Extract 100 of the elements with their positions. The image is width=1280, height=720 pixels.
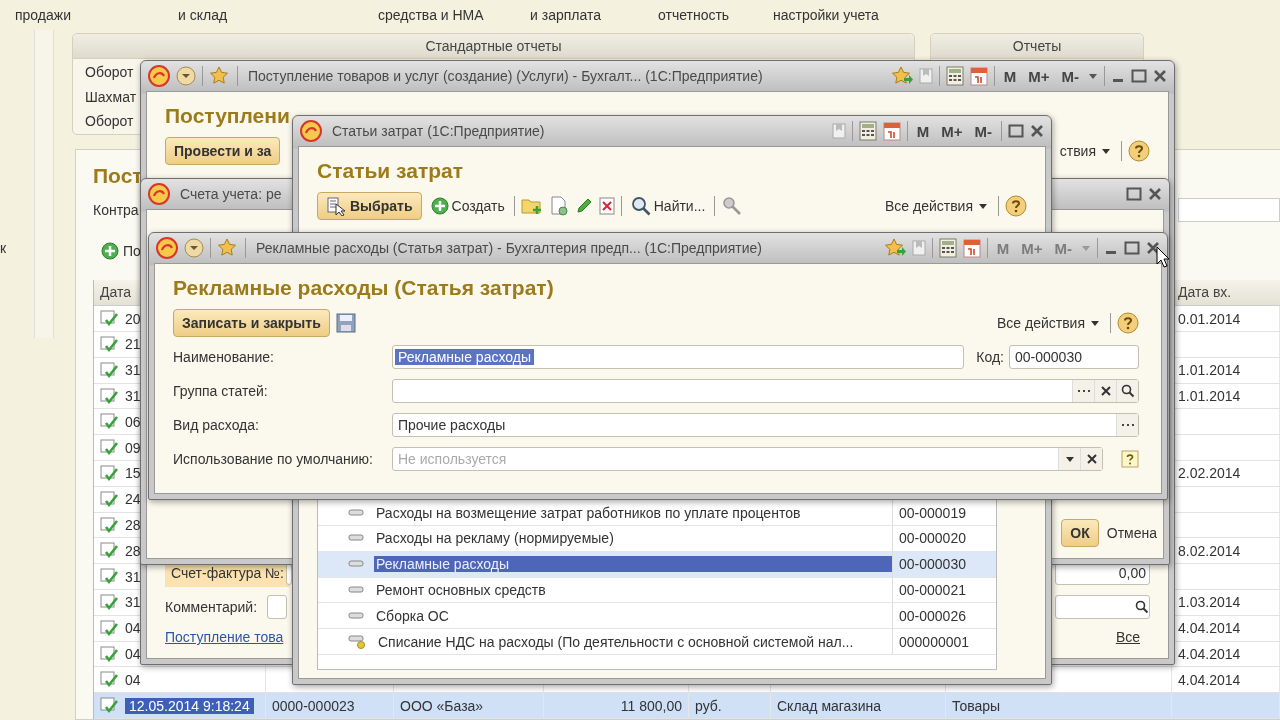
help-icon[interactable] [1117, 312, 1139, 334]
memory-button[interactable]: M+ [938, 122, 966, 140]
help-icon[interactable] [1121, 450, 1139, 468]
create-button[interactable]: Создать [427, 197, 508, 215]
search-icon [1135, 600, 1149, 614]
cancel-button[interactable]: Отмена [1102, 525, 1161, 541]
report-link[interactable]: Шахмат [85, 84, 137, 109]
table-cell: 4.04.2014 [1178, 646, 1241, 662]
memory-button[interactable]: M- [1058, 67, 1082, 85]
list-row[interactable]: Рекламные расходы 00-000030 [318, 551, 996, 578]
ellipsis-icon [1076, 389, 1091, 393]
input-field[interactable]: Прочие расходы [392, 413, 1139, 437]
memory-button[interactable]: M [1000, 67, 1020, 85]
find-button[interactable]: Найти... [627, 196, 709, 216]
panel-title: Отчеты [1012, 38, 1062, 54]
star-arrow-icon[interactable] [883, 238, 906, 258]
table-cell: 31 [125, 388, 141, 405]
item-name: Расходы на рекламу (нормируемые) [375, 530, 615, 547]
section-menu-item[interactable]: настройки учета [773, 6, 973, 30]
save-and-close-button[interactable]: Записать и закрыть [173, 309, 330, 337]
list-row[interactable]: Расходы на рекламу (нормируемые) 00-000020 [318, 526, 996, 552]
help-icon[interactable] [1005, 195, 1027, 217]
choose-button[interactable] [1116, 414, 1138, 436]
copy-icon[interactable] [548, 196, 569, 216]
section-menu-item[interactable]: и зарплата [530, 6, 658, 30]
comment-field[interactable] [267, 595, 288, 619]
dropdown-icon[interactable] [184, 238, 204, 258]
item-code: 00-000019 [898, 503, 967, 523]
list-row[interactable]: Сборка ОС 00-000026 [318, 603, 996, 630]
select-button[interactable]: Выбрать [317, 192, 422, 220]
help-icon[interactable] [1128, 140, 1150, 162]
window-title: Счета учета: ре [179, 186, 283, 202]
scrollbar[interactable] [34, 30, 55, 338]
select-icon [326, 196, 346, 216]
all-actions-menu[interactable]: ствия [1055, 143, 1115, 159]
dropdown-icon[interactable] [176, 66, 196, 86]
close-icon[interactable] [1146, 241, 1160, 255]
star-arrow-icon[interactable] [890, 66, 913, 86]
memory-button[interactable]: M [913, 122, 933, 140]
document-posted-icon [100, 439, 120, 457]
item-icon [348, 534, 364, 543]
calculator-icon[interactable] [858, 121, 877, 141]
document-posted-icon [100, 645, 120, 663]
memory-button[interactable]: M- [971, 122, 995, 140]
search-field[interactable] [1055, 595, 1150, 619]
post-and-close-button[interactable]: Провести и за [165, 137, 281, 165]
caret-icon[interactable] [1088, 72, 1098, 80]
calendar-icon[interactable] [882, 121, 901, 141]
logo-icon [148, 183, 170, 205]
maximize-icon[interactable] [1008, 124, 1024, 138]
filter-field[interactable] [1178, 198, 1280, 223]
column-header[interactable]: Дата [100, 280, 131, 306]
save-icon[interactable] [335, 313, 356, 333]
all-link[interactable]: Все [1115, 629, 1140, 645]
report-link[interactable]: Оборот [85, 60, 134, 85]
list-row[interactable]: Расходы на возмещение затрат работников по уплате процентов 00-000019 [318, 500, 996, 526]
add-button[interactable]: По [93, 242, 141, 261]
folder-plus-icon[interactable] [520, 196, 543, 216]
ok-button[interactable]: ОК [1061, 519, 1099, 547]
delete-mark-icon[interactable] [598, 197, 615, 215]
document-link[interactable]: Поступление това [165, 629, 284, 645]
table-cell: 04 [125, 671, 141, 688]
maximize-icon[interactable] [1126, 187, 1142, 201]
maximize-icon[interactable] [1131, 69, 1147, 83]
section-menu-item[interactable]: отчетность [658, 6, 773, 30]
section-menu-item[interactable]: и склад [178, 6, 378, 30]
all-actions-menu[interactable]: Все действия [880, 198, 992, 214]
all-actions-menu[interactable]: Все действия [992, 315, 1104, 331]
table-cell: руб. [695, 697, 722, 714]
input-field[interactable]: Рекламные расходы [392, 345, 965, 369]
calendar-icon[interactable] [962, 238, 981, 258]
code-field[interactable]: 00-000030 [1009, 345, 1139, 369]
calculator-icon[interactable] [938, 238, 957, 258]
choose-button[interactable] [1072, 380, 1094, 402]
calendar-icon[interactable] [969, 66, 988, 86]
pencil-icon[interactable] [574, 197, 593, 215]
list-row[interactable]: Списание НДС на расходы (По деятельности с основной системой нал... 000000001 [318, 629, 996, 655]
column-header[interactable]: Дата вх. [1178, 280, 1232, 306]
maximize-icon[interactable] [1124, 241, 1140, 255]
section-menu-item[interactable]: продажи [15, 6, 178, 30]
table-cell: 0.01.2014 [1178, 310, 1241, 327]
item-name: Рекламные расходы [374, 556, 892, 573]
clear-button[interactable] [1080, 448, 1102, 470]
memory-button[interactable]: M+ [1025, 67, 1053, 85]
list-row[interactable]: Ремонт основных средств 00-000021 [318, 577, 996, 604]
item-icon [348, 560, 364, 569]
report-link[interactable]: Оборот [85, 109, 134, 134]
table-cell: 15 [125, 465, 141, 482]
search-icon [1120, 384, 1135, 398]
section-menu-item[interactable]: средства и НМА [378, 6, 530, 30]
item-name: Сборка ОС [375, 607, 450, 624]
calculator-icon[interactable] [945, 66, 964, 86]
table-cell: 04 [125, 620, 141, 637]
mouse-pointer-icon [1156, 246, 1170, 268]
dropdown-button[interactable] [1058, 448, 1080, 470]
search-button[interactable] [1116, 380, 1138, 402]
input-field[interactable] [392, 379, 1139, 403]
star-icon[interactable] [209, 66, 231, 86]
star-icon[interactable] [217, 238, 239, 258]
clear-button[interactable] [1094, 380, 1116, 402]
